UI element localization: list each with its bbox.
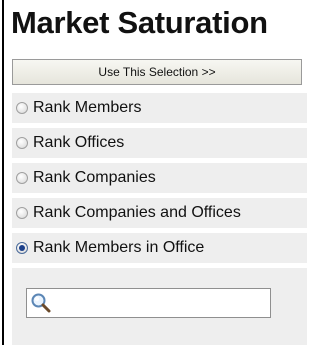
search-input[interactable] — [26, 288, 271, 318]
rank-companies-radio[interactable] — [16, 172, 28, 184]
rank-companies-and-offices-radio[interactable] — [16, 207, 28, 219]
rank-companies-and-offices-label: Rank Companies and Offices — [33, 204, 241, 221]
search-area — [12, 268, 307, 345]
rank-companies-label: Rank Companies — [33, 169, 156, 186]
option-rank-companies[interactable]: Rank Companies — [12, 163, 307, 193]
market-saturation-panel: Market Saturation Use This Selection >> … — [0, 0, 313, 345]
option-rank-members-in-office[interactable]: Rank Members in Office — [12, 233, 307, 263]
rank-options-list: Rank Members Rank Offices Rank Companies… — [12, 93, 307, 268]
option-rank-offices[interactable]: Rank Offices — [12, 128, 307, 158]
option-rank-companies-and-offices[interactable]: Rank Companies and Offices — [12, 198, 307, 228]
use-selection-button[interactable]: Use This Selection >> — [12, 59, 302, 85]
search-icon — [31, 293, 51, 313]
option-rank-members[interactable]: Rank Members — [12, 93, 307, 123]
rank-members-in-office-radio[interactable] — [16, 242, 28, 254]
rank-members-radio[interactable] — [16, 102, 28, 114]
rank-offices-label: Rank Offices — [33, 134, 125, 151]
rank-members-label: Rank Members — [33, 99, 142, 116]
rank-offices-radio[interactable] — [16, 137, 28, 149]
rank-members-in-office-label: Rank Members in Office — [33, 239, 205, 256]
panel-divider — [2, 0, 4, 345]
page-title: Market Saturation — [11, 5, 268, 40]
